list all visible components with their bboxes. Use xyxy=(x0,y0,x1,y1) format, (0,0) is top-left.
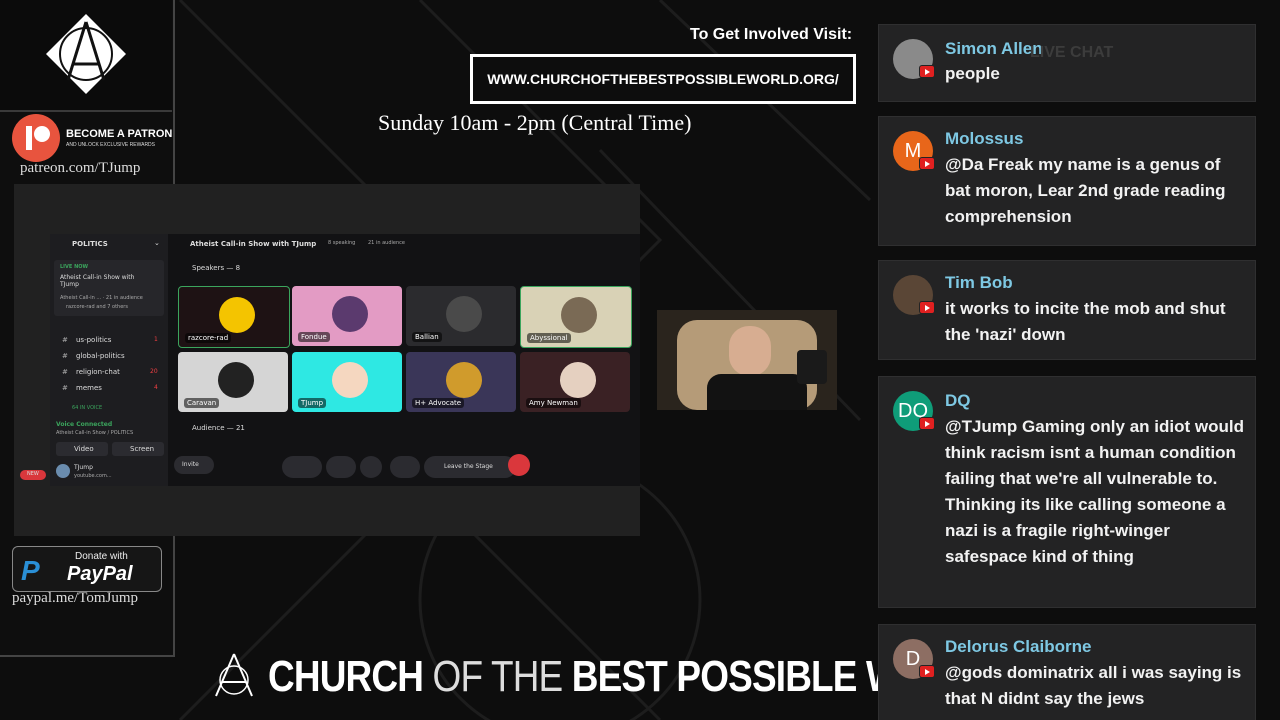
chat-author[interactable]: Simon Allen xyxy=(945,39,1043,59)
webcam-feed xyxy=(657,310,837,410)
voice-channel-label: Atheist Call-in Show / POLITICS xyxy=(56,430,134,436)
event-title: Atheist Call-in Show with TJump xyxy=(60,274,135,288)
audience-count: 21 in audience xyxy=(368,240,405,246)
youtube-icon xyxy=(919,301,935,314)
chevron-down-icon[interactable]: ⌄ xyxy=(154,239,160,247)
speaker-tile[interactable]: H+ Advocate xyxy=(406,352,516,412)
get-involved-label: To Get Involved Visit: xyxy=(690,26,853,43)
chat-text: @TJump Gaming only an idiot would think … xyxy=(945,417,1244,566)
chat-author[interactable]: Tim Bob xyxy=(945,273,1013,293)
share-screen-button[interactable] xyxy=(360,456,382,478)
invite-button[interactable]: Invite xyxy=(174,456,214,474)
chat-author[interactable]: Molossus xyxy=(945,129,1023,149)
church-logo xyxy=(0,0,172,112)
speaking-count: 8 speaking xyxy=(328,240,356,246)
chat-message: D Delorus Claiborne @gods dominatrix all… xyxy=(878,624,1256,720)
new-badge: NEW xyxy=(20,470,46,480)
youtube-icon xyxy=(919,157,935,170)
channel-item[interactable]: global-politics xyxy=(76,352,125,360)
live-chat-label: LIVE CHAT xyxy=(1030,44,1114,61)
speaker-tile[interactable]: Abyssional xyxy=(520,286,632,348)
in-voice-label: 64 IN VOICE xyxy=(72,405,103,411)
youtube-icon xyxy=(919,665,935,678)
church-footer-logo xyxy=(215,653,253,697)
mic-button[interactable] xyxy=(390,456,420,478)
patreon-banner[interactable]: BECOME A PATRON AND UNLOCK EXCLUSIVE REW… xyxy=(10,112,172,162)
chat-message: DQ DQ @TJump Gaming only an idiot would … xyxy=(878,376,1256,608)
speaker-tile[interactable]: TJump xyxy=(292,352,402,412)
paypal-top-label: Donate with xyxy=(75,551,128,562)
paypal-icon: P xyxy=(21,555,40,586)
avatar[interactable] xyxy=(56,464,70,478)
discord-sidebar: POLITICS ⌄ LIVE NOW Atheist Call-in Show… xyxy=(50,234,168,486)
chat-message: M Molossus @Da Freak my name is a genus … xyxy=(878,116,1256,246)
voice-connected-label: Voice Connected xyxy=(56,421,113,428)
church-logo-icon xyxy=(46,14,126,94)
stage-title: Atheist Call-in Show with TJump xyxy=(190,240,317,248)
youtube-icon xyxy=(919,417,935,430)
website-url: WWW.CHURCHOFTHEBESTPOSSIBLEWORLD.ORG/ xyxy=(470,54,856,104)
audience-header: Audience — 21 xyxy=(192,424,245,432)
speaker-tile[interactable]: Ballian xyxy=(406,286,516,346)
server-name[interactable]: POLITICS xyxy=(72,240,108,248)
speakers-header: Speakers — 8 xyxy=(192,264,241,272)
live-now-label: LIVE NOW xyxy=(60,264,89,270)
channel-item[interactable]: us-politics xyxy=(76,336,111,344)
chat-message: Tim Bob it works to incite the mob and s… xyxy=(878,260,1256,360)
camera-button[interactable] xyxy=(326,456,356,478)
event-subtitle: Atheist Call-in ... · 21 in audience xyxy=(60,295,143,301)
leave-stage-button[interactable]: Leave the Stage xyxy=(424,456,516,478)
speaker-tile[interactable]: Amy Newman xyxy=(520,352,630,412)
chat-text: @gods dominatrix all i was saying is tha… xyxy=(945,663,1242,708)
screen-share: POLITICS ⌄ LIVE NOW Atheist Call-in Show… xyxy=(14,184,640,536)
chat-text: @Da Freak my name is a genus of bat moro… xyxy=(945,155,1226,226)
mute-button[interactable] xyxy=(282,456,322,478)
chat-author[interactable]: DQ xyxy=(945,391,971,411)
paypal-label: PayPal xyxy=(67,563,133,585)
user-name: TJump xyxy=(74,464,93,471)
speaker-tile[interactable]: Fondue xyxy=(292,286,402,346)
speaker-tile[interactable]: Caravan xyxy=(178,352,288,412)
paypal-banner[interactable]: P Donate with PayPal xyxy=(12,546,162,592)
schedule-text: Sunday 10am - 2pm (Central Time) xyxy=(378,110,692,135)
chat-text: people xyxy=(945,64,1000,83)
event-subtitle-2: razcore-rad and 7 others xyxy=(66,304,128,310)
user-status: youtube.com... xyxy=(74,473,112,479)
paypal-url: paypal.me/TomJump xyxy=(12,590,139,606)
speaker-tile[interactable]: razcore-rad xyxy=(178,286,290,348)
video-button[interactable]: Video xyxy=(56,442,108,456)
chat-text: it works to incite the mob and shut the … xyxy=(945,299,1226,344)
patreon-title: BECOME A PATRON xyxy=(66,128,173,140)
screen-button[interactable]: Screen xyxy=(112,442,164,456)
patreon-url: patreon.com/TJump xyxy=(20,160,141,176)
channel-item[interactable]: religion-chat xyxy=(76,368,120,376)
youtube-icon xyxy=(919,65,935,78)
chat-author[interactable]: Delorus Claiborne xyxy=(945,637,1091,657)
stage-view: Atheist Call-in Show with TJump 8 speaki… xyxy=(168,234,640,486)
chat-message: Simon Allen people xyxy=(878,24,1256,102)
live-chat-panel: Simon Allen people M Molossus @Da Freak … xyxy=(878,24,1256,720)
disconnect-button[interactable] xyxy=(508,454,530,476)
microphone xyxy=(797,350,827,384)
channel-item[interactable]: memes xyxy=(76,384,102,392)
patreon-subtitle: AND UNLOCK EXCLUSIVE REWARDS xyxy=(66,142,155,148)
